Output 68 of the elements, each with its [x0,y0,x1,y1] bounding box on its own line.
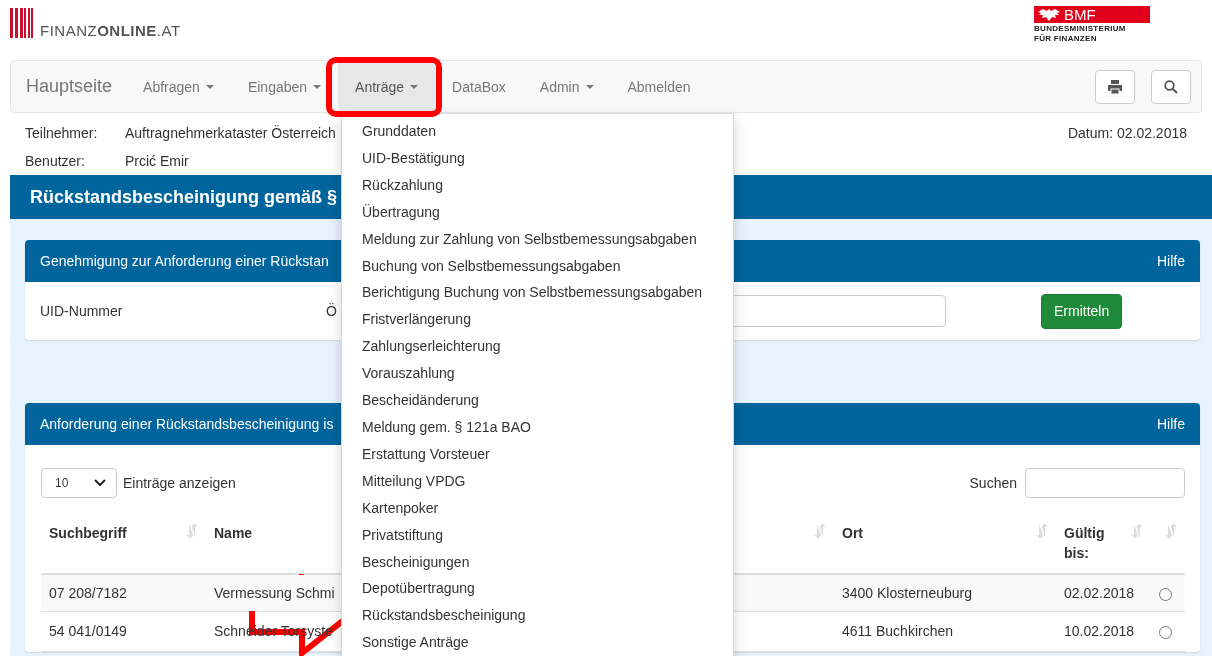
sort-icon[interactable] [1131,523,1143,539]
dropdown-item[interactable]: Buchung von Selbstbemessungsabgaben [342,252,733,280]
table-cell: 4611 Buchkirchen [842,623,954,639]
ministry-name: BUNDESMINISTERIUM [1034,25,1127,33]
search-icon [1164,79,1178,94]
printer-icon [1108,79,1122,94]
help-link[interactable]: Hilfe [1157,416,1185,432]
dropdown-item[interactable]: Sonstige Anträge [342,629,733,656]
date-text: Datum: 02.02.2018 [1067,124,1187,143]
dropdown-item[interactable]: Kartenpoker [342,494,733,522]
column-header[interactable]: Name [214,523,253,543]
dropdown-item[interactable]: Depotübertragung [342,575,733,603]
nav-menu-item[interactable]: Admin [522,61,611,112]
user-label: Benutzer: [25,151,86,171]
dropdown-item[interactable]: Fristverlängerung [342,306,733,334]
dropdown-item[interactable]: Rückstandsbescheinigung [342,602,733,630]
nav-menu-item[interactable]: Abfragen [126,61,231,112]
page-size-label: Einträge anzeigen [123,475,236,491]
ministry-name: FÜR FINANZEN [1034,35,1098,43]
dropdown-item[interactable]: Grunddaten [342,118,733,145]
panel-title: Genehmigung zur Anforderung einer Rückstan [40,253,329,269]
field-label: Ö [326,303,338,319]
field-label: UID-Nummer [40,303,124,319]
column-header[interactable]: Suchbegriff [49,523,127,543]
participant-label: Teilnehmer: [25,124,99,143]
dropdown-item[interactable]: Meldung gem. § 121a BAO [342,413,733,441]
logo-bars-icon [10,8,34,38]
help-link[interactable]: Hilfe [1157,253,1185,269]
nav-menu-item[interactable]: DataBox [435,61,523,112]
sort-icon[interactable] [186,523,198,539]
table-cell: 02.02.2018 [1064,584,1135,601]
search-field[interactable] [1025,468,1185,498]
nav-menu-item[interactable]: Eingaben [230,61,339,112]
column-header[interactable]: Ort [842,523,863,543]
participant-value: Auftragnehmerkataster Österreich [125,124,336,143]
dropdown-item[interactable]: Zahlungserleichterung [342,333,733,361]
dropdown-item[interactable]: Mitteilung VPDG [342,467,733,495]
eagle-icon [1038,8,1060,21]
chevron-down-icon [94,479,106,487]
sort-icon[interactable] [1036,523,1048,539]
dropdown-item[interactable]: Berichtigung Buchung von Selbstbemessungsabgaben [342,279,733,307]
dropdown-item[interactable]: Meldung zur Zahlung von Selbstbemessungsabgaben [342,225,733,253]
page-size-select[interactable]: 10 [41,468,117,498]
home-link[interactable]: Hauptseite [26,76,113,97]
nav-menu-item[interactable]: Anträge [338,61,436,112]
dropdown-item[interactable]: Privatstiftung [342,521,733,549]
dropdown-item[interactable]: Bescheidänderung [342,387,733,414]
dropdown-item[interactable]: UID-Bestätigung [342,144,733,172]
search-label: Suchen [969,475,1017,491]
nav-menu-item[interactable]: Abmelden [610,61,708,112]
table-cell: 10.02.2018 [1064,623,1135,639]
ministry-badge: BMF [1034,6,1150,23]
dropdown-item[interactable]: Bescheinigungen [342,548,733,576]
table-cell: Vermessung Schmi [214,584,335,601]
print-button[interactable] [1095,69,1135,104]
table-cell: 07 208/7182 [49,584,127,601]
panel-title: Anforderung einer Rückstandsbescheinigung is [40,416,334,432]
sort-icon[interactable] [814,523,826,539]
column-header[interactable]: Gültig bis: [1064,523,1132,563]
table-cell: 3400 Klosterneuburg [842,584,972,601]
logo-text: FINANZONLINE.AT [40,23,181,38]
search-button[interactable] [1151,69,1191,104]
dropdown-item[interactable]: Erstattung Vorsteuer [342,440,733,468]
ermitteln-button[interactable]: Ermitteln [1041,293,1123,329]
sort-icon[interactable] [1165,523,1177,539]
user-value: Prcić Emir [125,151,190,171]
dropdown-item[interactable]: Vorauszahlung [342,360,733,388]
table-cell: 54 041/0149 [49,623,127,639]
